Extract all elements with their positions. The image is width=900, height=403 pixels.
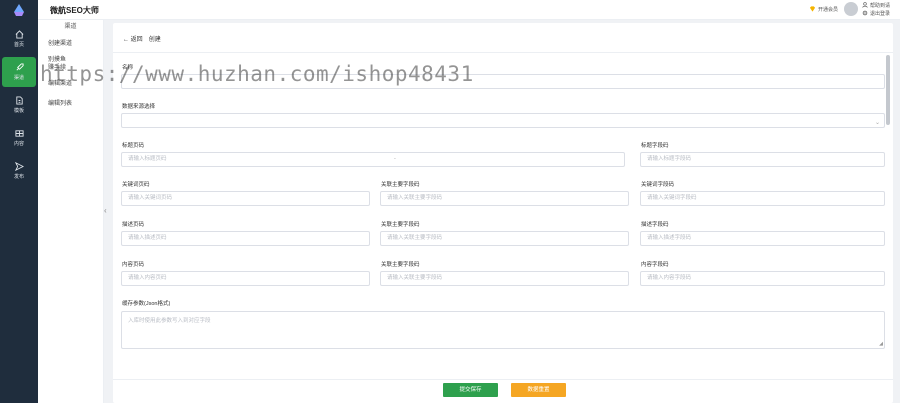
help-link[interactable]: 帮助到请 bbox=[862, 1, 890, 9]
keyword-relation-label: 关联主要字段码 bbox=[381, 182, 420, 188]
subnav-item-label: 别摸鱼 bbox=[48, 57, 67, 63]
diamond-icon bbox=[809, 6, 816, 12]
avatar[interactable] bbox=[843, 2, 858, 16]
top-right-tools: 开通会员 帮助到请 退出登录 bbox=[809, 1, 890, 17]
subnav-item-group[interactable]: 别摸鱼 赚手续 bbox=[38, 54, 103, 74]
leftbar-item-home[interactable]: 首页 bbox=[2, 24, 36, 54]
subnav-item-label: 赚手续 bbox=[48, 65, 67, 71]
chevron-down-icon: ⌄ bbox=[874, 120, 880, 126]
subnav-item-create[interactable]: 创建渠道 bbox=[38, 34, 103, 54]
left-icon-rail: 首页 渠道 模板 内容 发布 bbox=[0, 0, 38, 403]
data-source-select[interactable]: ⌄ bbox=[121, 113, 885, 128]
content-field-input[interactable]: 请输入内容字段码 bbox=[640, 271, 885, 286]
resize-handle-icon[interactable]: ◢ bbox=[879, 341, 883, 347]
keyword-page-input[interactable]: 请输入关键词页码 bbox=[121, 191, 370, 206]
help-link-label: 帮助到请 bbox=[869, 2, 890, 9]
main-panel: ← 返回 创建 名称 数据来源选择 ⌄ 标题页码 请输入标题页码 - 标题字段码… bbox=[113, 23, 893, 403]
collapse-nav-toggle[interactable]: ‹ bbox=[104, 206, 110, 216]
brand-title: 微航SEO大师 bbox=[50, 6, 99, 15]
name-label: 名称 bbox=[122, 65, 134, 71]
back-link[interactable]: ← 返回 bbox=[123, 34, 143, 43]
leftbar-item-label: 发布 bbox=[13, 174, 24, 180]
top-bar: 微航SEO大师 开通会员 帮助到请 退出登录 bbox=[38, 0, 900, 20]
desc-field-label: 描述字段码 bbox=[641, 222, 669, 228]
subnav-item-list[interactable]: 编辑列表 bbox=[38, 94, 103, 114]
user-links: 帮助到请 退出登录 bbox=[862, 1, 890, 17]
leftbar-item-label: 渠道 bbox=[13, 75, 24, 81]
back-label: 返回 bbox=[130, 37, 143, 43]
title-page-label: 标题页码 bbox=[122, 143, 145, 149]
leftbar-item-publish[interactable]: 发布 bbox=[2, 156, 36, 186]
content-page-label: 内容页码 bbox=[122, 262, 145, 268]
title-field-input[interactable]: 请输入标题字段码 bbox=[640, 152, 885, 167]
content-field-label: 内容字段码 bbox=[641, 262, 669, 268]
name-input[interactable] bbox=[121, 74, 885, 89]
keyword-field-input[interactable]: 请输入关键词字段码 bbox=[640, 191, 885, 206]
desc-page-input[interactable]: 请输入描述页码 bbox=[121, 231, 370, 246]
vip-label: 开通会员 bbox=[817, 6, 838, 13]
vertical-scrollbar[interactable] bbox=[886, 55, 890, 125]
breadcrumb-current: 创建 bbox=[148, 37, 161, 43]
grid-icon bbox=[14, 130, 24, 137]
user-icon bbox=[862, 2, 868, 8]
document-icon bbox=[15, 96, 23, 105]
json-params-label: 缓存参数(Json格式) bbox=[122, 301, 171, 307]
title-page-placeholder: 请输入标题页码 bbox=[128, 156, 167, 162]
leftbar-item-template[interactable]: 模板 bbox=[2, 90, 36, 120]
title-field-label: 标题字段码 bbox=[641, 143, 669, 149]
breadcrumb: ← 返回 创建 bbox=[123, 34, 161, 43]
send-icon bbox=[14, 162, 24, 171]
leftbar-item-label: 内容 bbox=[13, 141, 24, 147]
content-page-input[interactable]: 请输入内容页码 bbox=[121, 271, 370, 286]
secondary-nav-title: 渠道 bbox=[64, 24, 77, 30]
content-relation-label: 关联主要字段码 bbox=[381, 262, 420, 268]
json-params-textarea[interactable]: 入库时使用此参数写入到对应字段 ◢ bbox=[121, 311, 885, 349]
reset-data-button[interactable]: 数据重置 bbox=[511, 383, 566, 397]
divider bbox=[113, 52, 893, 53]
leftbar-item-label: 模板 bbox=[13, 108, 24, 114]
keyword-field-label: 关键词字段码 bbox=[641, 182, 675, 188]
leftbar-nav: 首页 渠道 模板 内容 发布 bbox=[0, 24, 38, 189]
data-source-label: 数据来源选择 bbox=[122, 104, 156, 110]
leftbar-item-channel[interactable]: 渠道 bbox=[2, 57, 36, 87]
title-page-input[interactable]: 请输入标题页码 - bbox=[121, 152, 625, 167]
subnav-item-edit[interactable]: 编辑渠道 bbox=[38, 74, 103, 94]
leftbar-item-content[interactable]: 内容 bbox=[2, 123, 36, 153]
logout-link[interactable]: 退出登录 bbox=[862, 9, 890, 17]
gear-icon bbox=[862, 10, 868, 16]
app-logo[interactable] bbox=[0, 0, 38, 20]
home-icon bbox=[15, 30, 23, 39]
desc-field-input[interactable]: 请输入描述字段码 bbox=[640, 231, 885, 246]
desc-relation-input[interactable]: 请输入关联主要字段码 bbox=[380, 231, 629, 246]
content-relation-input[interactable]: 请输入关联主要字段码 bbox=[380, 271, 629, 286]
title-page-hint: - bbox=[394, 156, 396, 162]
secondary-nav: 渠道 创建渠道 别摸鱼 赚手续 编辑渠道 编辑列表 bbox=[38, 20, 104, 403]
json-params-placeholder: 入库时使用此参数写入到对应字段 bbox=[128, 318, 211, 324]
divider bbox=[113, 379, 893, 380]
keyword-page-label: 关键词页码 bbox=[122, 182, 150, 188]
keyword-relation-input[interactable]: 请输入关联主要字段码 bbox=[380, 191, 629, 206]
submit-save-button[interactable]: 提交保存 bbox=[443, 383, 498, 397]
logout-link-label: 退出登录 bbox=[869, 10, 890, 17]
leftbar-item-label: 首页 bbox=[13, 42, 24, 48]
desc-relation-label: 关联主要字段码 bbox=[381, 222, 420, 228]
desc-page-label: 描述页码 bbox=[122, 222, 145, 228]
vip-button[interactable]: 开通会员 bbox=[809, 6, 838, 13]
logo-icon bbox=[14, 4, 24, 16]
rocket-icon bbox=[15, 63, 24, 71]
